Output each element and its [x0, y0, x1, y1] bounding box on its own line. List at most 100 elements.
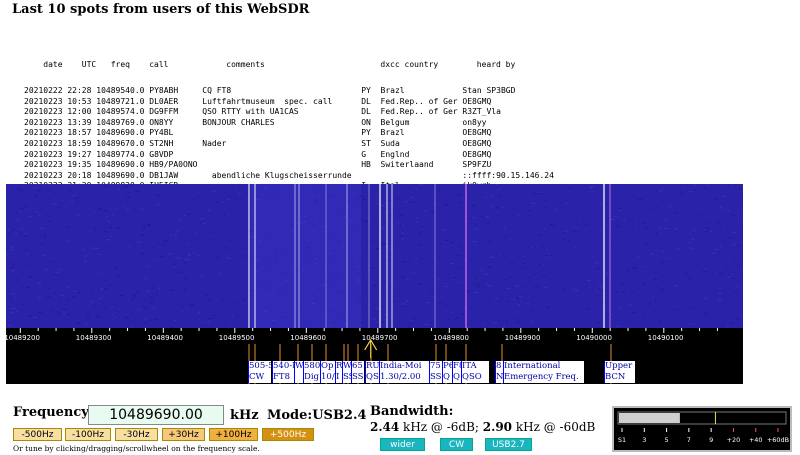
scale-tick-label: 10489300: [75, 334, 112, 342]
band-label[interactable]: WSS: [342, 361, 351, 383]
band-label[interactable]: ITA QSO: [461, 361, 489, 383]
step-plus-500-button[interactable]: +500Hz: [262, 428, 314, 441]
cell-call[interactable]: G8VDP: [149, 150, 173, 159]
band-label-bottom: Q: [443, 372, 450, 382]
band-label[interactable]: 75 SS: [429, 361, 442, 383]
step-minus-30-button[interactable]: -30Hz: [115, 428, 158, 441]
cell-gap: [178, 107, 202, 116]
cell-gap: [409, 150, 462, 159]
cell-gap: [371, 160, 381, 169]
s-meter-label: 5: [665, 436, 669, 444]
band-label[interactable]: 580 Dig: [303, 361, 320, 383]
band-label[interactable]: 505-5CW: [248, 361, 271, 383]
cell-date: 20210222: [24, 85, 63, 95]
scale-tick-label: 10489500: [218, 334, 255, 342]
cell-freq: 10489690.0: [96, 160, 145, 170]
cell-gap: [173, 118, 202, 127]
s-meter-label: 7: [687, 436, 691, 444]
cell-freq: 10489670.0: [96, 138, 145, 148]
bw-6db-text: kHz @ -6dB;: [399, 420, 483, 434]
band-label-top: Upper: [605, 361, 633, 371]
cell-comments: CQ FT8: [202, 85, 232, 95]
cell-gap: [231, 86, 361, 95]
cell-comments: BONJOUR CHARLES: [202, 117, 275, 127]
frequency-scale[interactable]: 10489200 10489300 10489400 10489500 10489600…: [6, 328, 743, 384]
s-meter-label: 3: [642, 436, 646, 444]
cw-button[interactable]: CW: [440, 438, 473, 451]
usb27-button[interactable]: USB2.7: [485, 438, 532, 451]
table-row: 20210223 19:35 10489690.0 HB9/PA0ONO HB …: [24, 160, 554, 171]
table-row: 20210223 18:59 10489670.0 ST2NH Nader ST…: [24, 139, 554, 150]
cell-gap: [371, 107, 381, 116]
band-label[interactable]: 65 SS: [351, 361, 364, 383]
band-label[interactable]: 540-FFT8: [272, 361, 295, 383]
khz-label: kHz: [230, 408, 259, 423]
cell-call[interactable]: PY4BL: [149, 128, 173, 137]
table-row: 20210223 20:18 10489690.0 DB1JAW abendli…: [24, 171, 554, 182]
cell-call[interactable]: HB9/PA0ONO: [149, 160, 197, 169]
frequency-input[interactable]: [88, 405, 224, 425]
table-row: 20210222 22:28 10489540.0 PY8ABH CQ FT8 …: [24, 86, 554, 97]
cell-dxcc: ST: [361, 138, 371, 148]
cell-date: 20210223: [24, 170, 63, 180]
band-label[interactable]: P6Q: [442, 361, 452, 383]
cell-gap: [371, 139, 381, 148]
table-row: 20210223 18:57 10489690.0 PY4BL PY Brazl…: [24, 128, 554, 139]
cell-gap: [178, 97, 202, 106]
band-label-bottom: SS: [430, 372, 442, 382]
cell-freq: 10489769.0: [96, 117, 145, 127]
cell-call[interactable]: ON8YY: [149, 118, 173, 127]
cell-country: Brazl: [380, 85, 405, 95]
col-country: country: [404, 59, 439, 69]
wider-button[interactable]: wider: [380, 438, 425, 451]
s-meter-label: +40: [749, 436, 763, 444]
bw-60db-text: kHz @ -60dB: [512, 420, 596, 434]
cell-utc: 18:57: [67, 128, 92, 138]
cell-date: 20210223: [24, 107, 63, 117]
cell-gap: [405, 128, 463, 137]
cell-gap: [202, 160, 361, 169]
cell-call[interactable]: DG9FFM: [149, 107, 178, 116]
cell-call[interactable]: DL0AER: [149, 97, 178, 106]
s-meter-label: +60dB: [767, 436, 789, 444]
waterfall-display[interactable]: [6, 184, 743, 328]
cell-gap: [173, 128, 202, 137]
cell-date: 20210223: [24, 149, 63, 159]
band-label[interactable]: W: [294, 361, 303, 383]
scale-tick-label: 10489400: [147, 334, 183, 342]
cell-country: Suda: [380, 138, 400, 148]
bw-6db-value: 2.44: [370, 420, 400, 434]
table-row: 20210223 19:27 10489774.0 G8VDP G Englnd…: [24, 150, 554, 161]
band-label[interactable]: International Emergency Freq.: [503, 361, 584, 383]
band-label[interactable]: F8Q: [452, 361, 461, 383]
band-label-bottom: SS: [352, 372, 364, 382]
bandwidth-readout: 2.44 kHz @ -6dB; 2.90 kHz @ -60dB: [370, 420, 595, 434]
band-label[interactable]: Upper BCN: [604, 361, 635, 383]
step-minus-100-button[interactable]: -100Hz: [65, 428, 111, 441]
cell-gap: [173, 139, 202, 148]
step-minus-500-button[interactable]: -500Hz: [13, 428, 62, 441]
cell-date: 20210223: [24, 138, 63, 148]
col-dxcc: dxcc: [380, 59, 400, 69]
step-plus-100-button[interactable]: +100Hz: [209, 428, 258, 441]
cell-gap: [361, 171, 380, 180]
scale-tick-label: 10489600: [290, 334, 326, 342]
band-label[interactable]: India-Moi 1.30/2.00: [379, 361, 432, 383]
band-label[interactable]: Op 10/: [320, 361, 335, 383]
cell-gap: [371, 128, 381, 137]
cell-call[interactable]: DB1JAW: [149, 171, 178, 180]
band-label-top: International: [504, 361, 561, 371]
cell-gap: [405, 86, 463, 95]
step-plus-30-button[interactable]: +30Hz: [162, 428, 205, 441]
band-label-top: 540-F: [273, 361, 295, 371]
cell-date: 20210223: [24, 96, 63, 106]
page-title: Last 10 spots from users of this WebSDR: [12, 2, 310, 17]
cell-utc: 10:53: [67, 96, 92, 106]
band-label[interactable]: RU QS: [365, 361, 380, 383]
cell-call[interactable]: PY8ABH: [149, 86, 178, 95]
cell-call[interactable]: ST2NH: [149, 139, 173, 148]
cell-heard-by: R3ZT_Vla: [462, 107, 501, 117]
band-label-bottom: QS: [366, 372, 379, 382]
cell-heard-by: SP9FZU: [462, 160, 492, 170]
cell-freq: 10489540.0: [96, 85, 145, 95]
